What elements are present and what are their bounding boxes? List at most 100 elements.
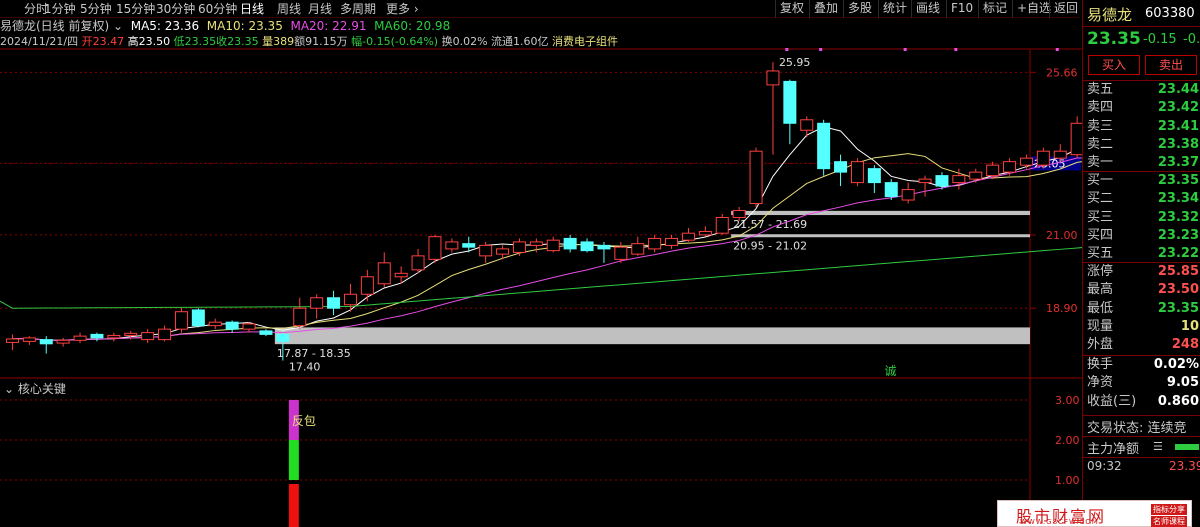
list-icon[interactable]: ☰ xyxy=(1153,440,1163,453)
candle-body xyxy=(1070,122,1082,156)
price-annotation: 17.40 xyxy=(289,361,321,374)
ma20-label: MA20: 22.91 xyxy=(290,19,367,33)
signal-dot xyxy=(819,48,823,51)
candle-body xyxy=(681,232,695,241)
panel-price: 23.35 xyxy=(1087,29,1141,49)
bar-high: 高23.50 xyxy=(127,35,171,48)
tab-timeframe[interactable]: 60分钟 xyxy=(198,1,237,17)
band-label: 20.95 - 21.02 xyxy=(733,240,807,253)
candle-body xyxy=(327,297,341,309)
candle-body xyxy=(39,339,53,345)
quote-row-label: 卖三 xyxy=(1087,118,1114,134)
candle-body xyxy=(698,230,712,236)
candle-body xyxy=(158,328,172,341)
divider xyxy=(1083,457,1200,458)
quote-row-value: 10 xyxy=(1180,318,1199,334)
signal-dot xyxy=(954,48,958,51)
tab-timeframe[interactable]: 月线 xyxy=(308,1,332,17)
sub-tick-label: 2.00 xyxy=(1055,434,1080,447)
candle-body xyxy=(529,241,543,246)
toolbar-button[interactable]: 统计 xyxy=(878,0,911,18)
signal-bar-green xyxy=(288,440,299,480)
quote-row-label: 净资 xyxy=(1087,375,1114,391)
tick-price: 23.39 xyxy=(1169,459,1200,473)
quote-row-label: 卖五 xyxy=(1087,82,1114,97)
sell-button[interactable]: 卖出 xyxy=(1145,55,1197,75)
candle-body xyxy=(901,189,915,201)
candle-body xyxy=(445,241,459,250)
candle-body xyxy=(343,293,357,306)
bar-sector[interactable]: 消费电子组件 xyxy=(552,35,618,48)
divider xyxy=(1083,436,1200,437)
tab-timeframe[interactable]: 多周期 xyxy=(340,1,376,17)
toolbar-button[interactable]: 多股 xyxy=(843,0,876,18)
candle-body xyxy=(614,246,628,260)
signal-dot xyxy=(903,48,907,51)
quote-row: 买一 23.35 xyxy=(1087,172,1199,190)
quote-row-label: 现量 xyxy=(1087,318,1114,334)
candle-body xyxy=(428,236,442,260)
candle-body xyxy=(1019,157,1033,166)
divider xyxy=(1083,26,1200,27)
toolbar-button[interactable]: 叠加 xyxy=(809,0,842,18)
quote-row-label: 外盘 xyxy=(1087,337,1114,353)
toolbar-button[interactable]: 画线 xyxy=(911,0,944,18)
candle-body xyxy=(22,337,36,342)
timeframe-toolbar: 分时 1分钟 5分钟 15分钟 30分钟 60分钟 日线 周线 月线 多周期 更多 › 复权 叠加 多股统… xyxy=(0,0,1080,18)
price-tick-label: 18.90 xyxy=(1046,302,1078,315)
tab-timeframe[interactable]: 周线 xyxy=(277,1,301,17)
quote-row: 买三 23.32 xyxy=(1087,209,1199,227)
quote-row-label: 买五 xyxy=(1087,246,1114,262)
quote-row: 卖四 23.42 xyxy=(1087,99,1199,117)
quote-row-value: 23.42 xyxy=(1157,100,1199,116)
candle-body xyxy=(225,321,239,330)
stock-title: 易德龙(日线 前复权) xyxy=(0,19,110,33)
main-flow-label: 主力净额 xyxy=(1087,442,1140,457)
bar-open: 开23.47 xyxy=(81,35,125,48)
candle-body xyxy=(5,338,19,343)
watermark-tag1: 指标分享 xyxy=(1151,504,1187,515)
band-label: 21.57 - 21.69 xyxy=(733,218,807,231)
candle-body xyxy=(884,182,898,198)
toolbar-button[interactable]: 返回 xyxy=(1049,0,1082,18)
candle-body xyxy=(377,262,391,285)
toolbar-button[interactable]: 复权 xyxy=(775,0,808,18)
quote-row-value: 0.02% xyxy=(1153,357,1199,372)
quote-row-label: 买四 xyxy=(1087,227,1114,243)
buy-button[interactable]: 买入 xyxy=(1088,55,1140,75)
candle-body xyxy=(512,241,526,253)
signal-dot xyxy=(785,48,789,51)
quote-row-value: 23.50 xyxy=(1157,282,1199,298)
quote-row-label: 买一 xyxy=(1087,173,1114,188)
quote-row: 卖一 23.37 xyxy=(1087,154,1199,172)
panel-stock-code: 603380 xyxy=(1145,6,1195,21)
tab-timeframe[interactable]: 1分钟 xyxy=(44,1,76,17)
candle-body xyxy=(665,237,679,246)
support-band xyxy=(731,234,1030,238)
quote-row-value: 23.44 xyxy=(1157,82,1199,97)
kline-chart[interactable]: 25.6623.0521.0018.9023.0517.87 - 18.3521… xyxy=(0,0,1082,527)
chevron-down-icon[interactable]: ⌄ xyxy=(113,19,123,33)
quote-row: 外盘 248 xyxy=(1087,336,1199,354)
candle-body xyxy=(1003,161,1017,173)
candle-body xyxy=(174,311,188,330)
toolbar-button[interactable]: F10 xyxy=(946,0,977,18)
candle-body xyxy=(310,297,324,309)
panel-change: -0.15 xyxy=(1143,32,1177,47)
quote-row-value: 23.32 xyxy=(1157,209,1199,225)
tab-timeframe[interactable]: 5分钟 xyxy=(80,1,112,17)
ma60-line xyxy=(0,247,1082,309)
tab-timeframe[interactable]: 15分钟 xyxy=(116,1,155,17)
tab-timeframe[interactable]: 30分钟 xyxy=(156,1,195,17)
quote-row: 最高 23.50 xyxy=(1087,281,1199,299)
quote-row-label: 收益(三) xyxy=(1087,393,1137,409)
bar-info: 2024/11/21/四 开23.47 高23.50 低23.35收23.35 … xyxy=(0,34,618,49)
candle-body xyxy=(293,307,307,327)
tab-timeframe[interactable]: 日线 xyxy=(240,1,264,17)
toolbar-button[interactable]: 标记 xyxy=(978,0,1011,18)
quote-row-value: 248 xyxy=(1171,337,1199,353)
quote-row: 卖二 23.38 xyxy=(1087,136,1199,154)
candle-body xyxy=(715,216,729,234)
tab-timeframe[interactable]: 更多 › xyxy=(386,1,419,17)
candle-body xyxy=(597,244,611,250)
